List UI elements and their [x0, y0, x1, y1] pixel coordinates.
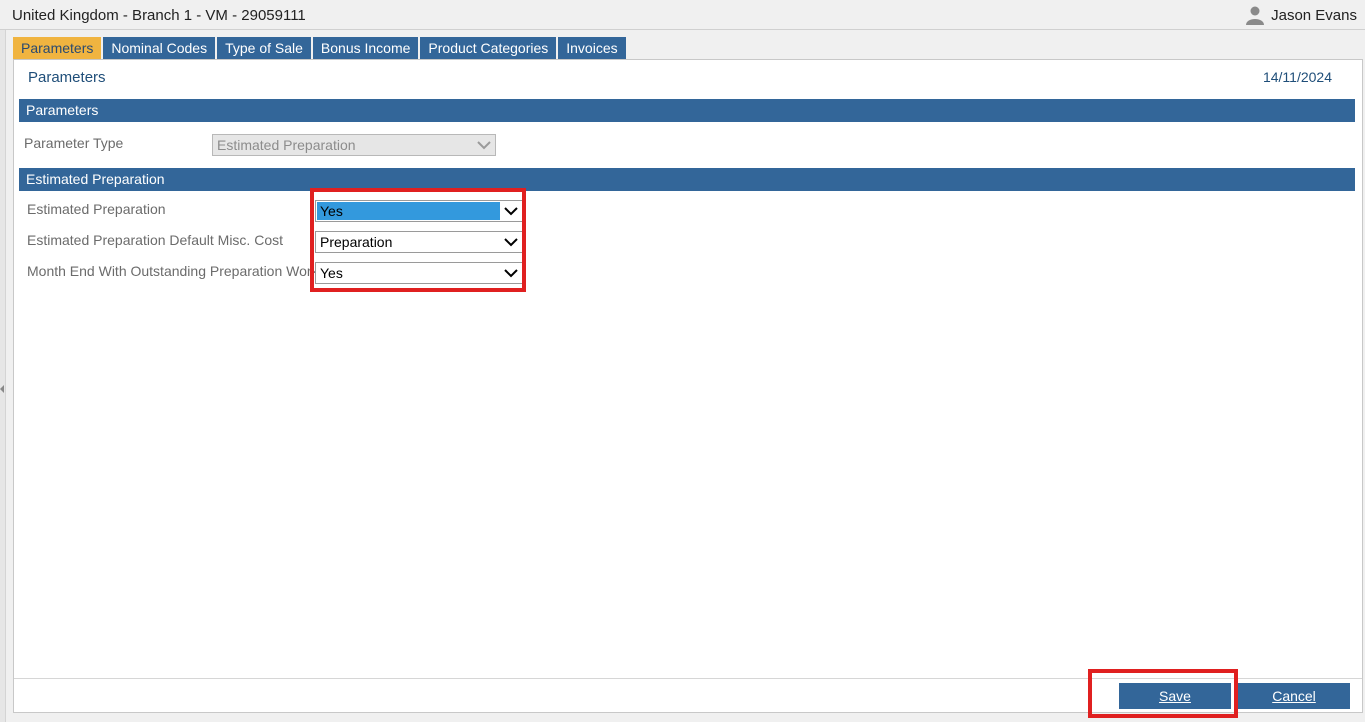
month-end-outstanding-select[interactable]: Yes — [315, 262, 523, 284]
tab-invoices[interactable]: Invoices — [558, 37, 626, 59]
tab-type-of-sale[interactable]: Type of Sale — [217, 37, 311, 59]
tab-nominal-codes[interactable]: Nominal Codes — [103, 37, 216, 59]
estimated-preparation-label: Estimated Preparation — [27, 201, 166, 217]
chevron-down-icon — [504, 269, 518, 278]
parameter-type-label: Parameter Type — [24, 135, 124, 151]
save-button[interactable]: Save — [1119, 683, 1231, 709]
user-menu[interactable]: Jason Evans — [1245, 5, 1357, 25]
default-misc-cost-select[interactable]: Preparation — [315, 231, 523, 253]
cancel-button[interactable]: Cancel — [1238, 683, 1350, 709]
tab-product-categories[interactable]: Product Categories — [420, 37, 557, 59]
estimated-preparation-select[interactable]: Yes — [315, 200, 523, 222]
parameter-type-select: Estimated Preparation — [212, 134, 496, 156]
sidebar-collapse-handle[interactable] — [0, 30, 6, 722]
footer-divider — [14, 678, 1362, 679]
default-misc-cost-value: Preparation — [320, 234, 393, 250]
panel-date: 14/11/2024 — [1262, 69, 1332, 85]
app-title: United Kingdom - Branch 1 - VM - 2905911… — [12, 7, 306, 24]
tab-parameters[interactable]: Parameters — [13, 37, 102, 59]
estimated-preparation-value: Yes — [317, 202, 500, 220]
chevron-down-icon — [477, 141, 491, 150]
user-name: Jason Evans — [1271, 6, 1357, 24]
tab-bonus-income[interactable]: Bonus Income — [312, 37, 419, 59]
chevron-down-icon — [504, 238, 518, 247]
month-end-outstanding-label: Month End With Outstanding Preparation W… — [27, 263, 319, 279]
estimated-preparation-section-header: Estimated Preparation — [19, 168, 1355, 191]
parameters-panel: Parameters 14/11/2024 Parameters Paramet… — [13, 59, 1363, 713]
chevron-down-icon — [504, 207, 518, 216]
month-end-outstanding-value: Yes — [320, 265, 343, 281]
parameter-type-value: Estimated Preparation — [217, 137, 356, 153]
user-icon — [1246, 6, 1265, 25]
panel-title: Parameters — [28, 69, 106, 86]
tab-bar: Parameters Nominal Codes Type of Sale Bo… — [13, 37, 628, 59]
parameters-section-header: Parameters — [19, 99, 1355, 122]
default-misc-cost-label: Estimated Preparation Default Misc. Cost — [27, 232, 283, 248]
collapse-arrow-icon[interactable] — [0, 385, 4, 393]
title-bar: United Kingdom - Branch 1 - VM - 2905911… — [0, 0, 1365, 30]
